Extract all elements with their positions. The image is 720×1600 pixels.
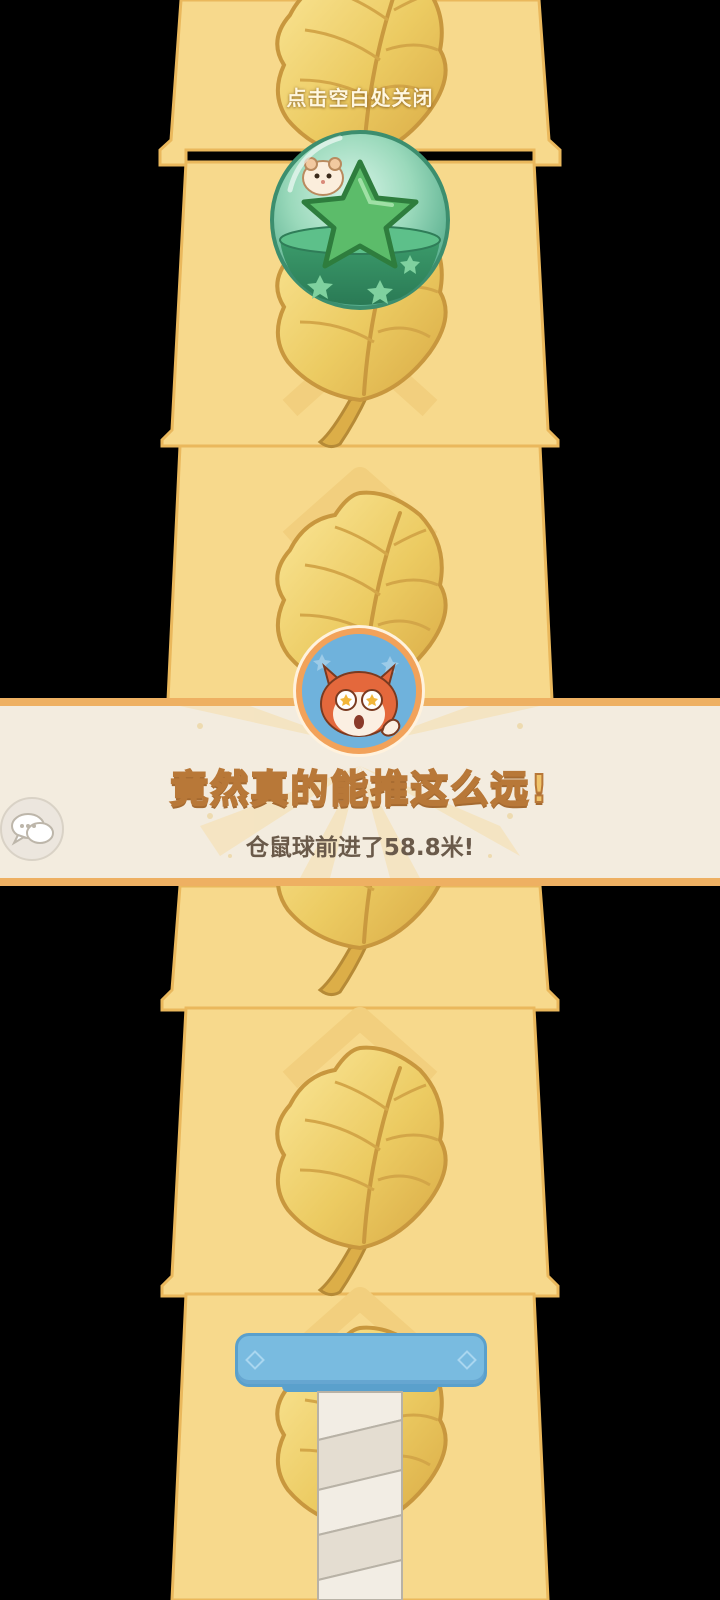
chat-bubbles-icon [11,813,54,846]
fox-avatar-icon [296,628,422,754]
hamster-star-orb-icon [270,130,450,310]
launch-pad [235,1333,487,1387]
result-detail: 仓鼠球前进了58.8米! [245,835,475,861]
diamond-ornament-icon [245,1350,265,1370]
chat-button[interactable] [0,797,64,861]
diamond-ornament-icon [457,1350,477,1370]
result-headline: 竟然真的能推这么远! [169,766,550,812]
close-hint-text[interactable]: 点击空白处关闭 [0,82,720,111]
